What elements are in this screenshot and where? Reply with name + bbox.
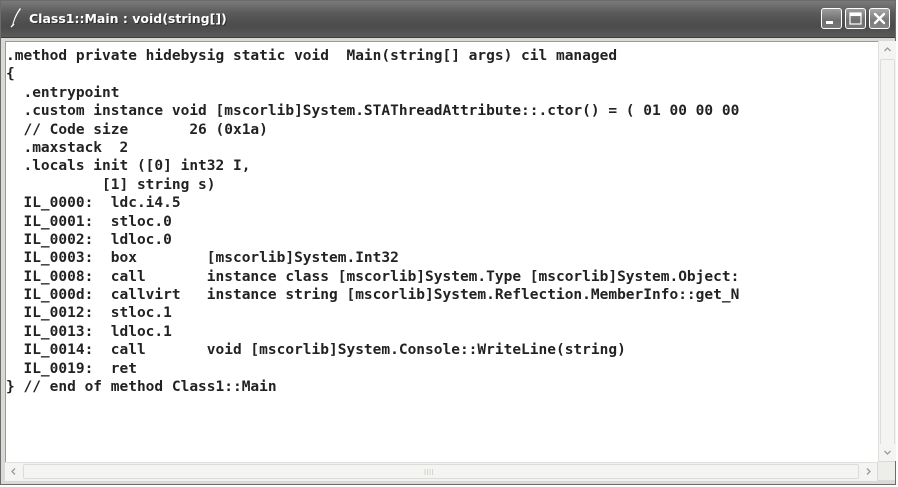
horizontal-scrollbar[interactable] (5, 462, 877, 481)
code-line: .custom instance void [mscorlib]System.S… (6, 103, 740, 120)
code-line: IL_0013: ldloc.1 (6, 323, 172, 340)
code-line: } // end of method Class1::Main (6, 379, 277, 396)
code-line: .entrypoint (6, 84, 120, 101)
quill-icon (10, 8, 21, 28)
scroll-down-button[interactable] (879, 444, 896, 461)
ildasm-method-window: Class1::Main : void(string[]) .method pr… (0, 0, 896, 485)
code-line: IL_0008: call instance class [mscorlib]S… (6, 268, 740, 285)
code-line: IL_0014: call void [mscorlib]System.Cons… (6, 342, 626, 359)
code-line: IL_0003: box [mscorlib]System.Int32 (6, 250, 399, 267)
code-line: IL_0001: stloc.0 (6, 213, 172, 230)
close-icon (873, 12, 886, 25)
scrollbar-corner (878, 462, 895, 480)
code-line: [1] string s) (6, 176, 216, 193)
code-line: IL_0012: stloc.1 (6, 305, 172, 322)
code-line: IL_0000: ldc.i4.5 (6, 195, 181, 212)
scroll-left-button[interactable] (5, 463, 22, 480)
window-title: Class1::Main : void(string[]) (29, 11, 227, 26)
code-line: IL_0019: ret (6, 360, 137, 377)
minimize-icon (826, 21, 833, 24)
code-view[interactable]: .method private hidebysig static void Ma… (5, 41, 878, 462)
scroll-up-button[interactable] (879, 41, 896, 58)
vertical-scroll-thumb[interactable] (880, 59, 895, 447)
code-line: IL_0002: ldloc.0 (6, 231, 172, 248)
code-line: IL_000d: callvirt instance string [mscor… (6, 287, 740, 304)
code-line: { (6, 66, 15, 83)
maximize-icon (849, 12, 862, 25)
code-line: .method private hidebysig static void Ma… (6, 48, 618, 64)
scroll-left-arrow-icon (11, 468, 16, 475)
vertical-scrollbar[interactable] (878, 41, 896, 461)
minimize-button[interactable] (821, 8, 842, 29)
title-bar[interactable]: Class1::Main : void(string[]) (1, 1, 895, 38)
code-line: .maxstack 2 (6, 139, 129, 156)
code-line: .locals init ([0] int32 I, (6, 158, 251, 175)
scroll-right-button[interactable] (860, 463, 877, 480)
scroll-right-arrow-icon (866, 468, 871, 475)
code-line: // Code size 26 (0x1a) (6, 121, 268, 138)
scroll-up-arrow-icon (884, 47, 891, 52)
scroll-grip-icon (424, 469, 433, 475)
scroll-down-arrow-icon (884, 450, 891, 455)
close-button[interactable] (869, 8, 890, 29)
horizontal-scroll-thumb[interactable] (23, 464, 859, 479)
maximize-button[interactable] (845, 8, 866, 29)
il-code-listing: .method private hidebysig static void Ma… (6, 47, 739, 396)
